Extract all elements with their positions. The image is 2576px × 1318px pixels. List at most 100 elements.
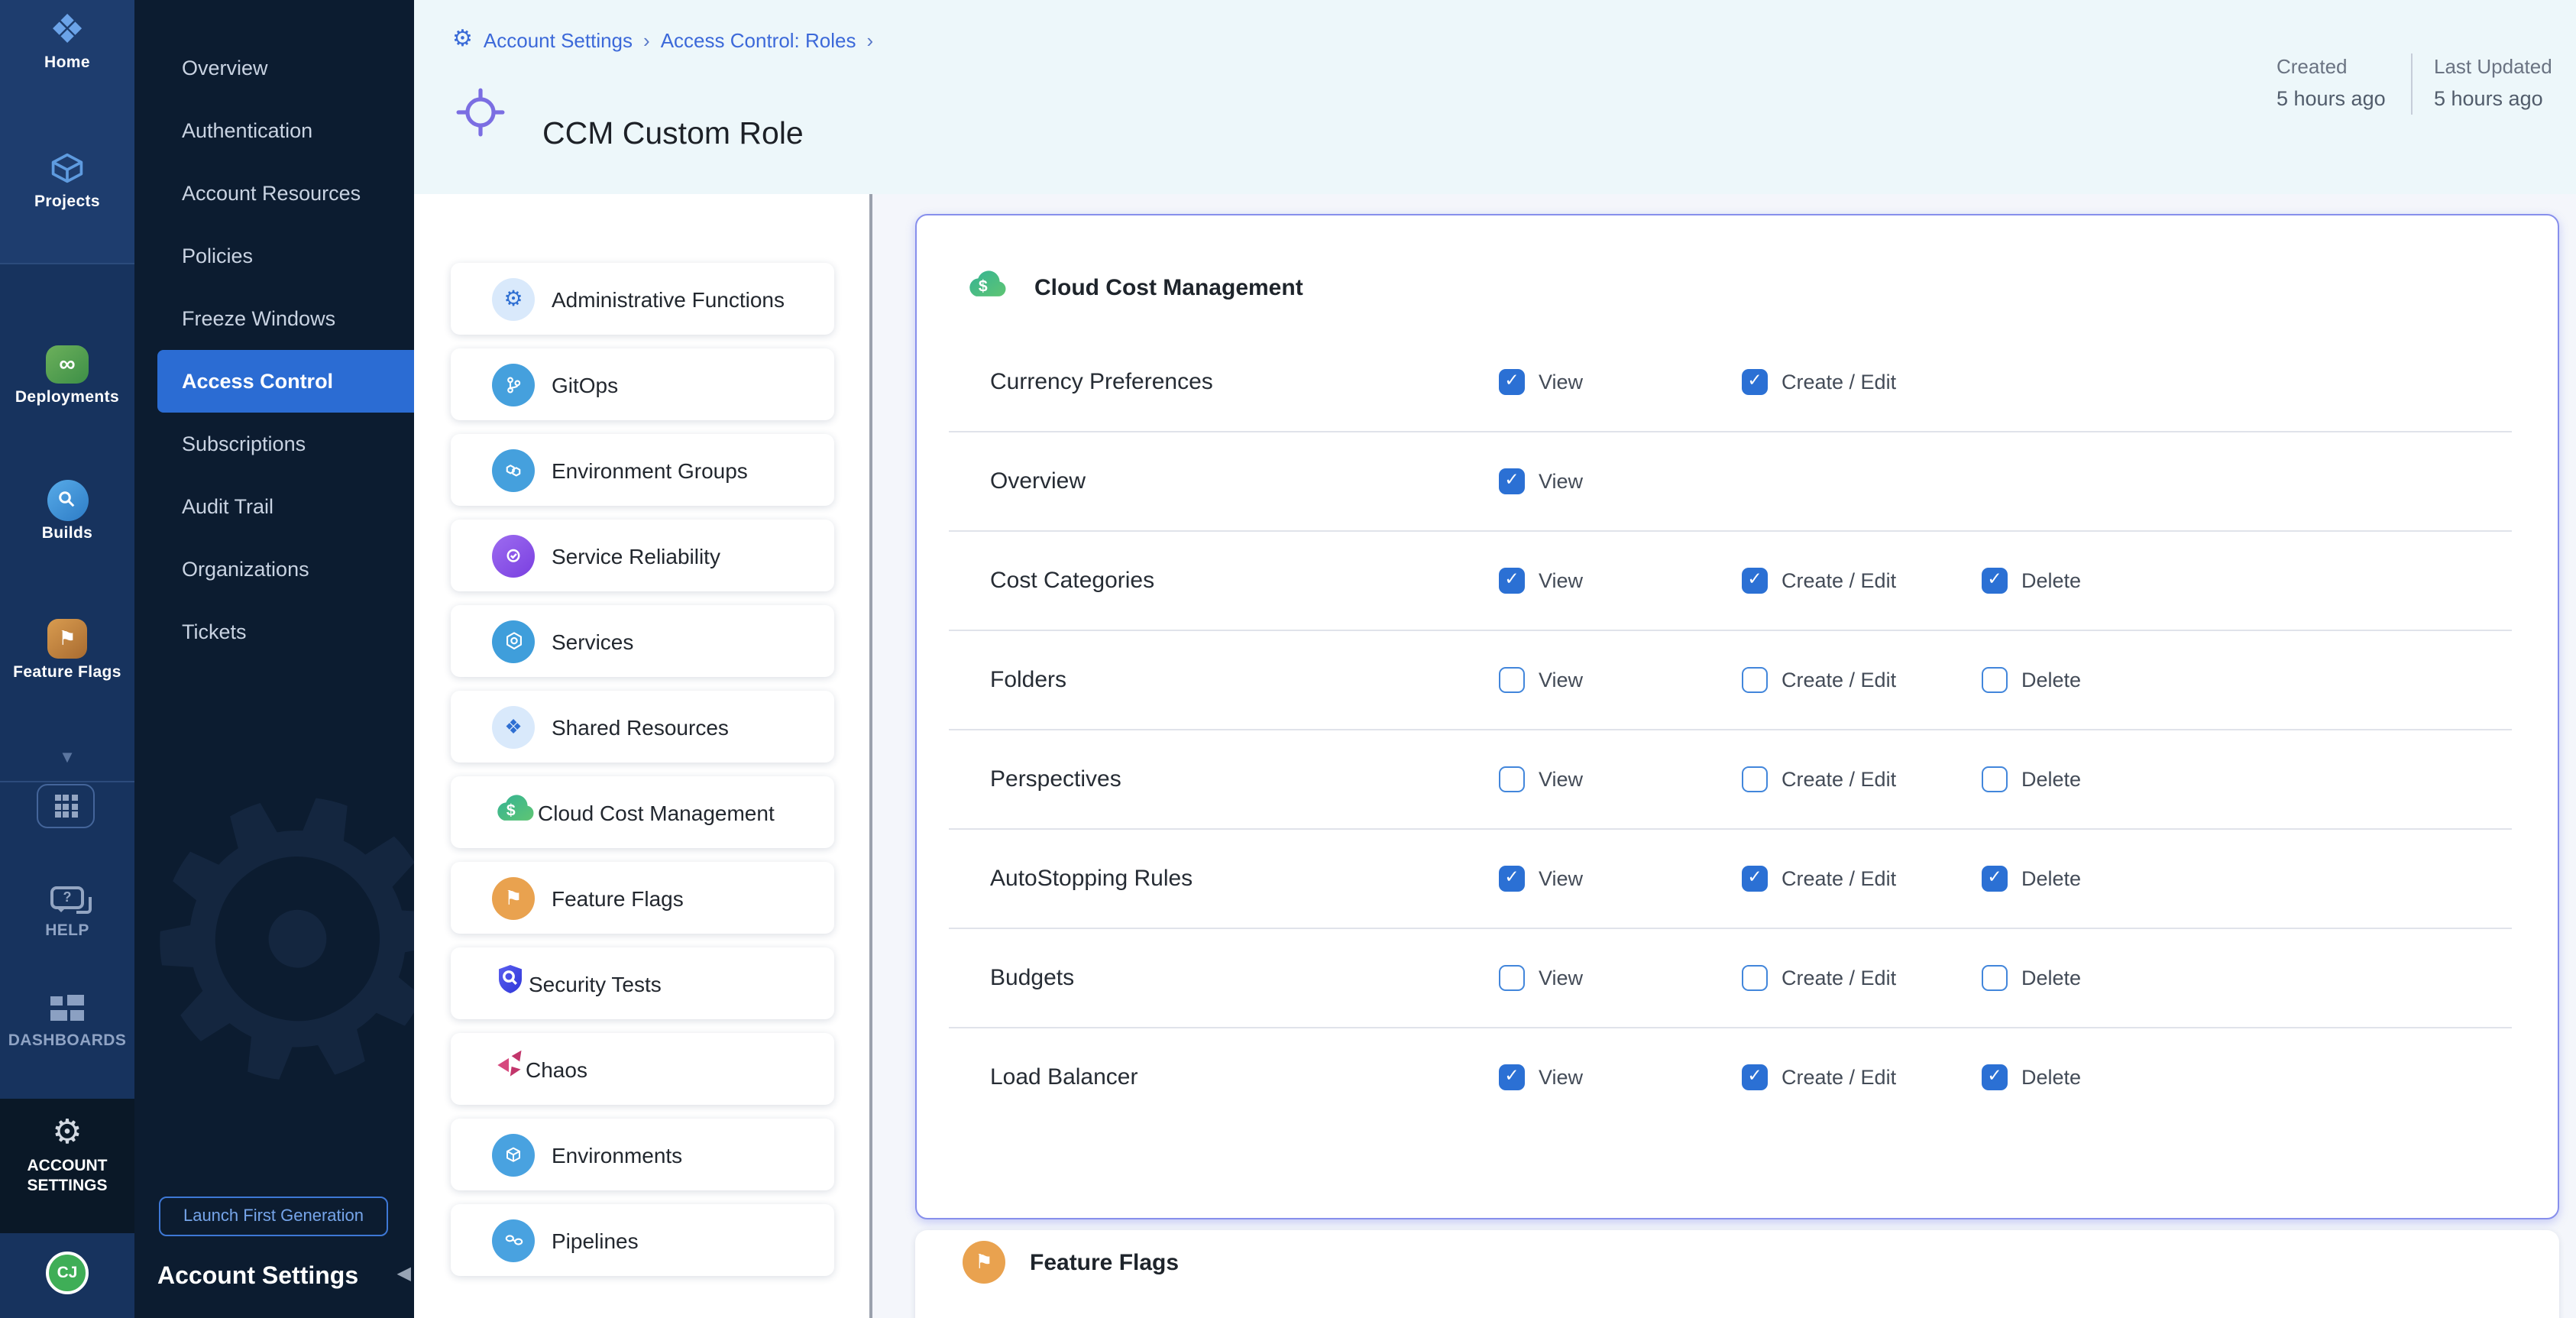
admin-icon: ⚙ bbox=[492, 277, 552, 320]
sidebar-item-account-resources[interactable]: Account Resources bbox=[134, 162, 414, 225]
perm-view[interactable]: ✓View bbox=[1499, 468, 1583, 494]
perm-create-edit[interactable]: ✓ Create / Edit bbox=[1742, 1064, 1896, 1090]
resource-card-environment-groups[interactable]: Environment Groups bbox=[451, 434, 834, 506]
resource-card-security-tests[interactable]: Security Tests bbox=[451, 947, 834, 1019]
perm-view[interactable]: View bbox=[1499, 766, 1583, 792]
nav-projects[interactable]: Projects bbox=[0, 147, 134, 211]
shared-icon: ❖ bbox=[492, 705, 552, 748]
resource-card-environments[interactable]: Environments bbox=[451, 1119, 834, 1190]
checkbox-unchecked[interactable] bbox=[1499, 964, 1525, 990]
checkbox-checked[interactable]: ✓ bbox=[1982, 567, 2008, 593]
perm-create-edit[interactable]: ✓Create / Edit bbox=[1742, 368, 1896, 394]
sidebar-item-organizations[interactable]: Organizations bbox=[134, 538, 414, 601]
perm-label: View bbox=[1539, 668, 1583, 691]
checkbox-checked[interactable]: ✓ bbox=[1499, 1064, 1525, 1090]
resource-card-label: Security Tests bbox=[529, 971, 662, 996]
sidebar-item-access-control[interactable]: Access Control bbox=[157, 350, 414, 413]
perm-view[interactable]: ✓View bbox=[1499, 567, 1583, 593]
settings-menu: OverviewAuthenticationAccount ResourcesP… bbox=[134, 37, 414, 663]
gear-watermark-icon: ⚙ bbox=[134, 716, 414, 1170]
resource-card-label: GitOps bbox=[552, 372, 618, 397]
perm-delete[interactable]: ✓Delete bbox=[1982, 865, 2081, 891]
nav-builds[interactable]: Builds bbox=[0, 478, 134, 542]
sidebar-item-subscriptions[interactable]: Subscriptions bbox=[134, 413, 414, 475]
perm-label: Create / Edit bbox=[1782, 767, 1896, 790]
perm-view[interactable]: View bbox=[1499, 666, 1583, 692]
perm-delete[interactable]: Delete bbox=[1982, 666, 2081, 692]
perm-view[interactable]: View bbox=[1499, 964, 1583, 990]
breadcrumb-account-settings[interactable]: Account Settings bbox=[484, 28, 633, 51]
nav-dashboards[interactable]: DASHBOARDS bbox=[0, 986, 134, 1050]
checkbox-checked[interactable]: ✓ bbox=[1742, 368, 1768, 394]
nav-help[interactable]: ? HELP bbox=[0, 876, 134, 940]
resource-card-cloud-cost-management[interactable]: $Cloud Cost Management bbox=[451, 776, 834, 848]
resource-card-label: Feature Flags bbox=[552, 886, 684, 910]
resource-card-gitops[interactable]: GitOps bbox=[451, 348, 834, 420]
checkbox-checked[interactable]: ✓ bbox=[1982, 1064, 2008, 1090]
checkbox-unchecked[interactable] bbox=[1742, 964, 1768, 990]
checkbox-unchecked[interactable] bbox=[1982, 766, 2008, 792]
perm-delete[interactable]: ✓Delete bbox=[1982, 1064, 2081, 1090]
perm-view[interactable]: ✓View bbox=[1499, 368, 1583, 394]
checkbox-checked[interactable]: ✓ bbox=[1499, 865, 1525, 891]
panel-title: Cloud Cost Management bbox=[1034, 275, 1303, 301]
resource-card-shared-resources[interactable]: ❖Shared Resources bbox=[451, 691, 834, 763]
sidebar-item-overview[interactable]: Overview bbox=[134, 37, 414, 99]
sidebar-item-audit-trail[interactable]: Audit Trail bbox=[134, 475, 414, 538]
panel-header: $ Cloud Cost Management bbox=[964, 261, 1303, 315]
checkbox-checked[interactable]: ✓ bbox=[1982, 865, 2008, 891]
perm-delete[interactable]: Delete bbox=[1982, 766, 2081, 792]
perm-create-edit[interactable]: Create / Edit bbox=[1742, 666, 1896, 692]
checkbox-checked[interactable]: ✓ bbox=[1742, 567, 1768, 593]
perm-delete[interactable]: Delete bbox=[1982, 964, 2081, 990]
module-grid-button[interactable] bbox=[37, 784, 95, 828]
checkbox-checked[interactable]: ✓ bbox=[1499, 368, 1525, 394]
sidebar-item-policies[interactable]: Policies bbox=[134, 225, 414, 287]
collapse-sidebar-icon[interactable]: ◀ bbox=[397, 1262, 411, 1284]
breadcrumb-access-control-roles[interactable]: Access Control: Roles bbox=[661, 28, 856, 51]
checkbox-checked[interactable]: ✓ bbox=[1742, 1064, 1768, 1090]
perm-delete[interactable]: ✓Delete bbox=[1982, 567, 2081, 593]
permission-row-load-balancer: Load Balancer✓View✓Create / Edit✓Delete bbox=[917, 1027, 2558, 1126]
resource-card-services[interactable]: Services bbox=[451, 605, 834, 677]
sidebar-item-freeze-windows[interactable]: Freeze Windows bbox=[134, 287, 414, 350]
nav-feature-flags[interactable]: ⚑ Feature Flags bbox=[0, 617, 134, 682]
chevron-down-icon[interactable]: ▼ bbox=[0, 749, 134, 767]
svg-text:$: $ bbox=[506, 802, 516, 820]
resource-card-feature-flags[interactable]: ⚑Feature Flags bbox=[451, 862, 834, 934]
checkbox-unchecked[interactable] bbox=[1982, 964, 2008, 990]
checkbox-unchecked[interactable] bbox=[1742, 766, 1768, 792]
checkbox-unchecked[interactable] bbox=[1982, 666, 2008, 692]
perm-view[interactable]: ✓View bbox=[1499, 865, 1583, 891]
nav-deployments[interactable]: ∞ Deployments bbox=[0, 342, 134, 406]
checkbox-unchecked[interactable] bbox=[1499, 666, 1525, 692]
perm-create-edit[interactable]: ✓Create / Edit bbox=[1742, 567, 1896, 593]
nav-home[interactable]: ❖ Home bbox=[0, 8, 134, 72]
resource-card-chaos[interactable]: Chaos bbox=[451, 1033, 834, 1105]
checkbox-checked[interactable]: ✓ bbox=[1499, 468, 1525, 494]
resource-card-service-reliability[interactable]: Service Reliability bbox=[451, 520, 834, 591]
perm-create-edit[interactable]: Create / Edit bbox=[1742, 766, 1896, 792]
checkbox-checked[interactable]: ✓ bbox=[1499, 567, 1525, 593]
help-chat-icon: ? bbox=[0, 876, 134, 918]
perm-view[interactable]: ✓View bbox=[1499, 1064, 1583, 1090]
feature-flag-icon: ⚑ bbox=[963, 1241, 1005, 1284]
perm-label: Delete bbox=[2021, 767, 2081, 790]
perm-create-edit[interactable]: Create / Edit bbox=[1742, 964, 1896, 990]
checkbox-checked[interactable]: ✓ bbox=[1742, 865, 1768, 891]
gear-icon: ⚙ bbox=[0, 1111, 134, 1154]
permission-row-perspectives: PerspectivesViewCreate / EditDelete bbox=[917, 729, 2558, 828]
sidebar-item-authentication[interactable]: Authentication bbox=[134, 99, 414, 162]
avatar[interactable]: CJ bbox=[46, 1252, 89, 1294]
perm-create-edit[interactable]: ✓Create / Edit bbox=[1742, 865, 1896, 891]
checkbox-unchecked[interactable] bbox=[1742, 666, 1768, 692]
checkbox-unchecked[interactable] bbox=[1499, 766, 1525, 792]
home-icon: ❖ bbox=[0, 8, 134, 50]
sidebar-item-tickets[interactable]: Tickets bbox=[134, 601, 414, 663]
user-avatar[interactable]: CJ bbox=[0, 1252, 134, 1294]
nav-account-settings[interactable]: ⚙ ACCOUNT SETTINGS bbox=[0, 1111, 134, 1197]
resource-card-pipelines[interactable]: Pipelines bbox=[451, 1204, 834, 1276]
perm-label: Create / Edit bbox=[1782, 1065, 1896, 1088]
launch-first-generation-button[interactable]: Launch First Generation bbox=[159, 1197, 388, 1236]
resource-card-administrative-functions[interactable]: ⚙Administrative Functions bbox=[451, 263, 834, 335]
